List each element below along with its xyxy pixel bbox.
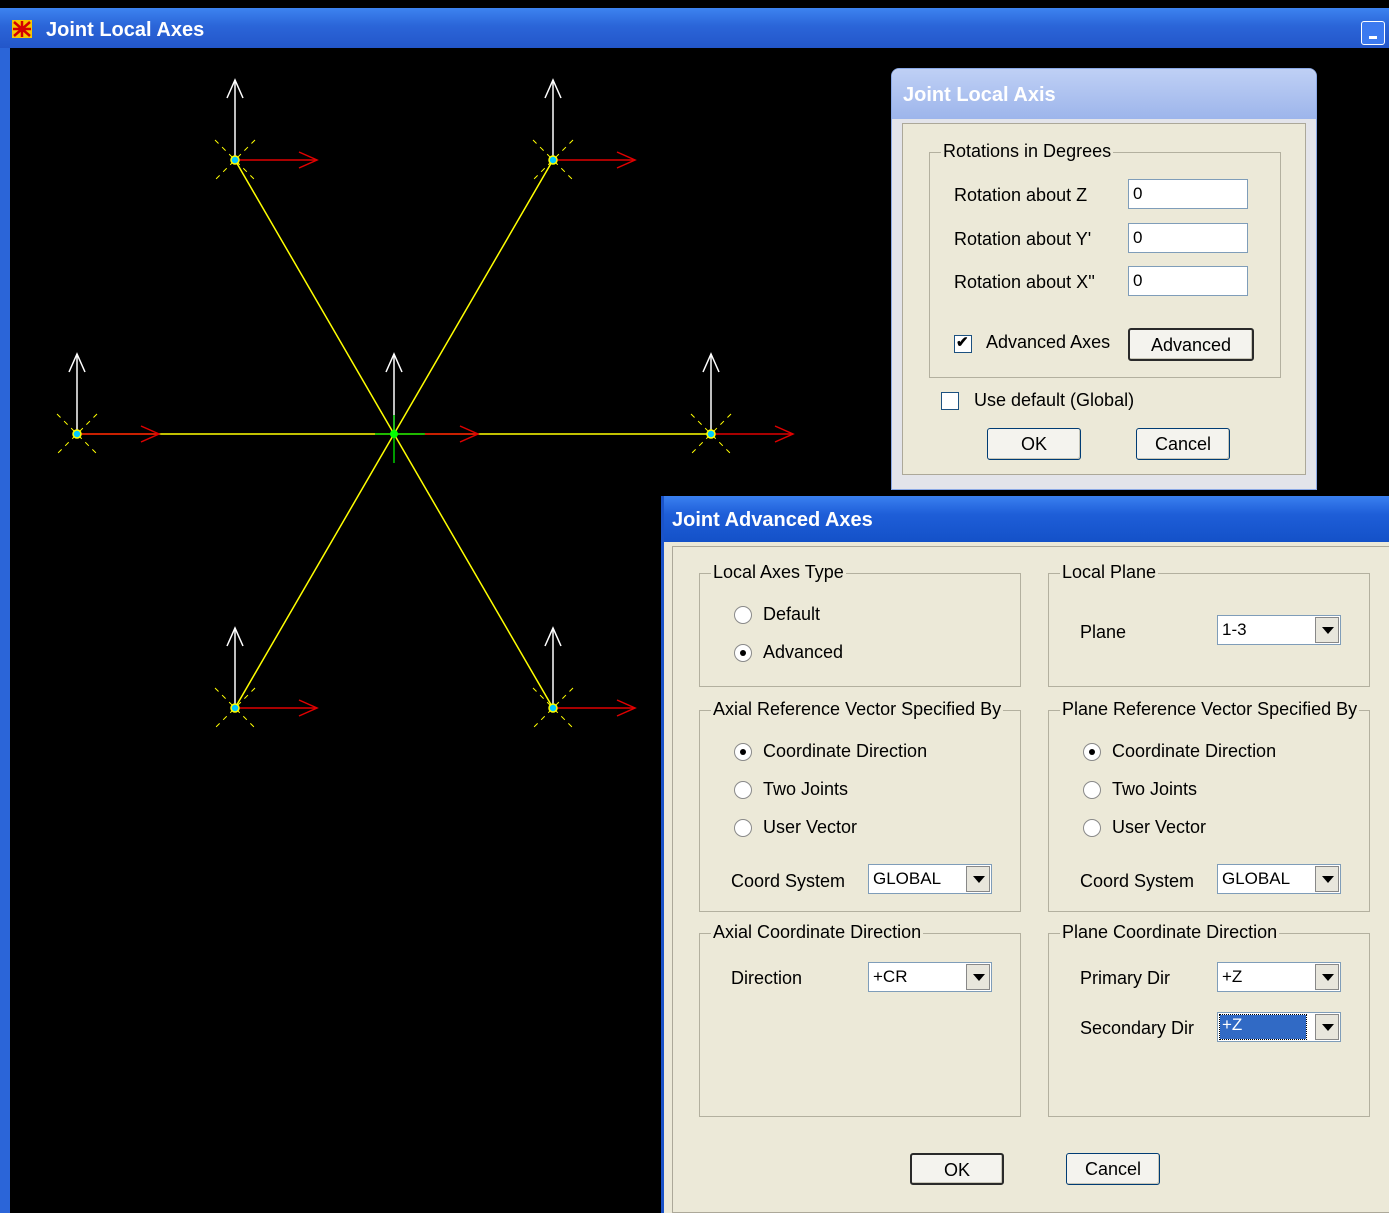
group-legend: Plane Reference Vector Specified By	[1060, 699, 1360, 720]
rotation-x-label: Rotation about X''	[954, 272, 1095, 292]
rotation-y-input[interactable]: 0	[1128, 223, 1248, 253]
axial-coord-system-select[interactable]: GLOBAL	[868, 864, 992, 894]
joint-point	[548, 703, 558, 713]
rotation-y-label: Rotation about Y'	[954, 229, 1092, 249]
direction-label: Direction	[731, 968, 803, 988]
ok-button[interactable]: OK	[910, 1153, 1004, 1185]
radio-default[interactable]	[734, 606, 752, 624]
rotation-z-input[interactable]: 0	[1128, 179, 1248, 209]
group-legend: Axial Reference Vector Specified By	[711, 699, 1004, 720]
plane-direction-group: Plane Coordinate Direction Primary Dir +…	[1048, 922, 1370, 1117]
rotation-x-input[interactable]: 0	[1128, 266, 1248, 296]
dialog-titlebar: Joint Advanced Axes	[664, 496, 1389, 542]
coord-system-label: Coord System	[731, 871, 846, 891]
joint-point	[72, 429, 82, 439]
radio-advanced[interactable]	[734, 644, 752, 662]
plane-coord-system-select[interactable]: GLOBAL	[1217, 864, 1341, 894]
radio-advanced-label: Advanced	[763, 642, 844, 662]
chevron-down-icon[interactable]	[966, 964, 990, 990]
direction-value: +CR	[873, 967, 908, 986]
group-legend: Axial Coordinate Direction	[711, 922, 924, 943]
advanced-axes-label: Advanced Axes	[986, 332, 1111, 352]
use-default-checkbox[interactable]	[941, 392, 959, 410]
coord-system-value: GLOBAL	[1222, 869, 1291, 888]
cancel-button[interactable]: Cancel	[1136, 428, 1230, 460]
radio-label: Coordinate Direction	[1112, 741, 1277, 761]
secondary-dir-value: +Z	[1219, 1014, 1307, 1040]
radio-axial-two-joints[interactable]	[734, 781, 752, 799]
app-icon	[12, 20, 32, 38]
radio-axial-coord-direction[interactable]	[734, 743, 752, 761]
axial-direction-select[interactable]: +CR	[868, 962, 992, 992]
cancel-button[interactable]: Cancel	[1066, 1153, 1160, 1185]
chevron-down-icon[interactable]	[1315, 1014, 1339, 1040]
radio-label: Coordinate Direction	[763, 741, 928, 761]
rotation-z-label: Rotation about Z	[954, 185, 1088, 205]
radio-plane-user-vector[interactable]	[1083, 819, 1101, 837]
rotations-group: Rotations in Degrees Rotation about Z 0 …	[929, 141, 1281, 378]
secondary-dir-label: Secondary Dir	[1080, 1018, 1195, 1038]
axial-direction-group: Axial Coordinate Direction Direction +CR	[699, 922, 1021, 1117]
radio-axial-user-vector[interactable]	[734, 819, 752, 837]
plane-value: 1-3	[1222, 620, 1247, 639]
primary-dir-value: +Z	[1222, 967, 1243, 986]
radio-plane-two-joints[interactable]	[1083, 781, 1101, 799]
chevron-down-icon[interactable]	[1315, 964, 1339, 990]
minimize-button[interactable]	[1361, 21, 1385, 45]
joint-point	[230, 703, 240, 713]
radio-default-label: Default	[763, 604, 821, 624]
local-axes-type-group: Local Axes Type Default Advanced	[699, 562, 1021, 687]
radio-label: User Vector	[1112, 817, 1207, 837]
joint-point	[548, 155, 558, 165]
chevron-down-icon[interactable]	[966, 866, 990, 892]
radio-plane-coord-direction[interactable]	[1083, 743, 1101, 761]
ok-button[interactable]: OK	[987, 428, 1081, 460]
check-mark-icon: ✔	[956, 334, 969, 351]
local-plane-group: Local Plane Plane 1-3	[1048, 562, 1370, 687]
group-legend: Local Axes Type	[711, 562, 846, 583]
dialog-title: Joint Local Axis	[903, 84, 1056, 106]
axial-ref-group: Axial Reference Vector Specified By Coor…	[699, 699, 1021, 912]
radio-label: Two Joints	[1112, 779, 1198, 799]
plane-label: Plane	[1080, 622, 1127, 642]
joint-point	[230, 155, 240, 165]
coord-system-label: Coord System	[1080, 871, 1195, 891]
plane-ref-group: Plane Reference Vector Specified By Coor…	[1048, 699, 1370, 912]
joint-point	[706, 429, 716, 439]
radio-label: Two Joints	[763, 779, 849, 799]
chevron-down-icon[interactable]	[1315, 866, 1339, 892]
chevron-down-icon[interactable]	[1315, 617, 1339, 643]
dialog-body: Local Axes Type Default Advanced Local P…	[672, 546, 1389, 1213]
dialog-title: Joint Advanced Axes	[672, 509, 873, 531]
secondary-dir-select[interactable]: +Z	[1217, 1012, 1341, 1042]
window-title: Joint Local Axes	[46, 19, 205, 41]
joint-advanced-axes-dialog: Joint Advanced Axes Local Axes Type Defa…	[661, 496, 1389, 1213]
primary-dir-label: Primary Dir	[1080, 968, 1170, 988]
dialog-body: Rotations in Degrees Rotation about Z 0 …	[902, 123, 1306, 475]
coord-system-value: GLOBAL	[873, 869, 942, 888]
group-legend: Local Plane	[1060, 562, 1159, 583]
group-legend: Rotations in Degrees	[941, 141, 1114, 162]
dialog-titlebar: Joint Local Axis	[892, 69, 1316, 119]
group-legend: Plane Coordinate Direction	[1060, 922, 1280, 943]
advanced-button[interactable]: Advanced	[1128, 328, 1254, 361]
plane-select[interactable]: 1-3	[1217, 615, 1341, 645]
advanced-axes-checkbox[interactable]: ✔	[954, 334, 972, 353]
joint-local-axis-dialog: Joint Local Axis Rotations in Degrees Ro…	[891, 68, 1317, 490]
use-default-label: Use default (Global)	[974, 390, 1135, 410]
window-border	[0, 48, 10, 1213]
primary-dir-select[interactable]: +Z	[1217, 962, 1341, 992]
window-titlebar: Joint Local Axes	[0, 8, 1389, 48]
radio-label: User Vector	[763, 817, 858, 837]
